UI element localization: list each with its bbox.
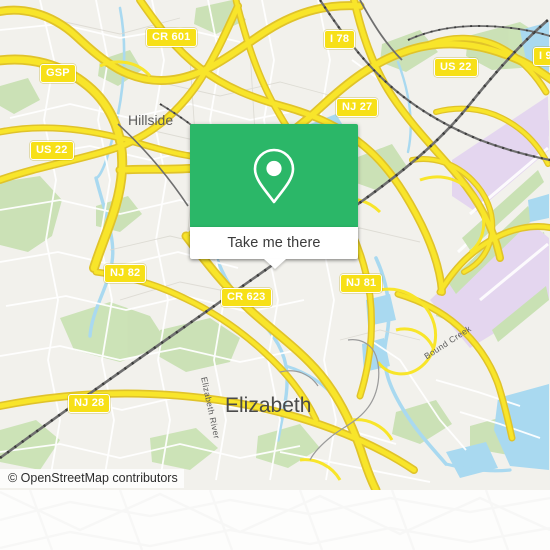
osm-attribution[interactable]: © OpenStreetMap contributors [0, 469, 184, 488]
place-label-elizabeth: Elizabeth [225, 394, 312, 417]
road-shield-nj27[interactable]: NJ 27 [336, 98, 379, 117]
road-shield-cr601[interactable]: CR 601 [146, 28, 197, 47]
location-popup-card[interactable]: Take me there [190, 124, 358, 269]
road-shield-us22-west[interactable]: US 22 [30, 141, 74, 160]
popup-header [190, 124, 358, 227]
popup-pointer-tail [264, 259, 286, 269]
road-shield-gsp[interactable]: GSP [40, 64, 76, 83]
road-shield-i78[interactable]: I 78 [324, 30, 356, 49]
place-label-hillside: Hillside [128, 112, 174, 128]
road-shield-nj28[interactable]: NJ 28 [68, 394, 111, 413]
bottom-info-bar: Video Imagery Inc, New York City moovit [0, 490, 550, 550]
map-canvas[interactable]: CR 601 I 78 GSP US 22 I 95 NJ 27 US 22 N… [0, 0, 550, 490]
road-shield-cr623[interactable]: CR 623 [221, 288, 272, 307]
take-me-there-button[interactable]: Take me there [190, 227, 358, 259]
bottom-bar-map-watermark [0, 490, 550, 550]
road-shield-nj82[interactable]: NJ 82 [104, 264, 147, 283]
road-shield-i95[interactable]: I 95 [533, 47, 550, 66]
road-shield-us22-north[interactable]: US 22 [434, 58, 478, 77]
road-shield-nj81[interactable]: NJ 81 [340, 274, 383, 293]
map-pin-icon [253, 148, 295, 203]
map-screenshot: CR 601 I 78 GSP US 22 I 95 NJ 27 US 22 N… [0, 0, 550, 550]
take-me-there-label: Take me there [227, 235, 321, 251]
